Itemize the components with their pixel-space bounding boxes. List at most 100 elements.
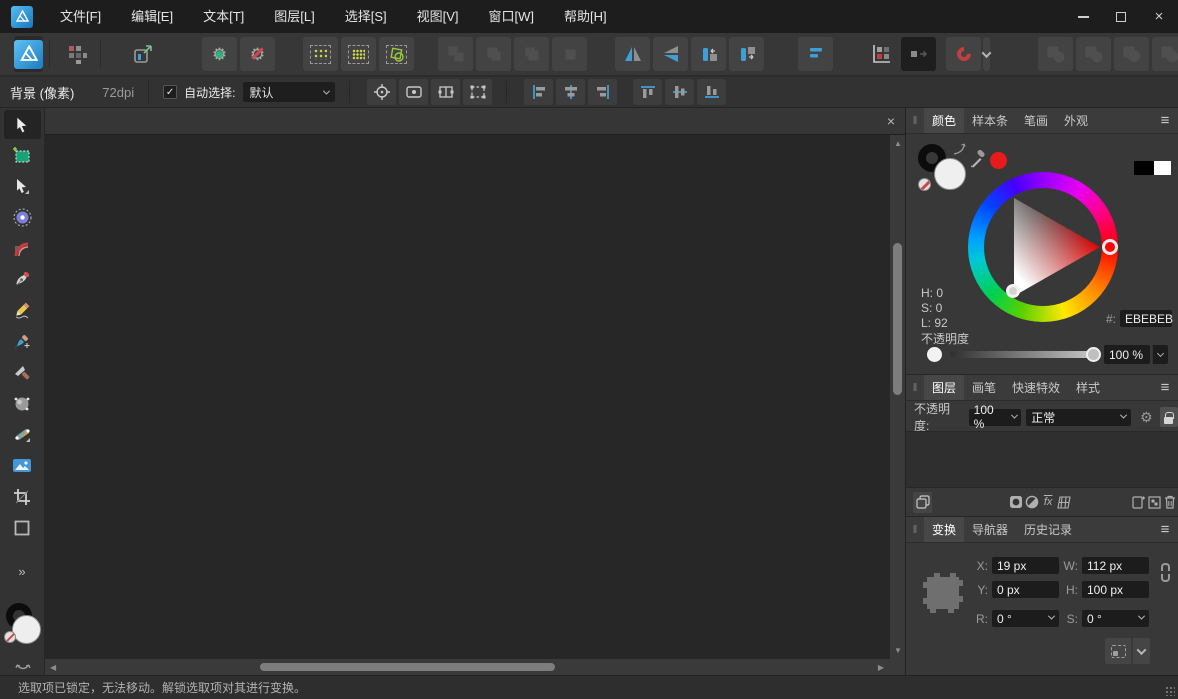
lock-layer-button[interactable] bbox=[1160, 407, 1178, 427]
x-input[interactable]: 19 px bbox=[992, 557, 1059, 574]
eyedropper-color-swatch[interactable] bbox=[990, 152, 1007, 169]
edit-selection-bounds-button[interactable] bbox=[463, 79, 492, 105]
grid-axis-button[interactable] bbox=[863, 37, 898, 71]
align-bottom-button[interactable] bbox=[697, 79, 726, 105]
horizontal-scroll-thumb[interactable] bbox=[260, 663, 555, 671]
tab-quick-fx[interactable]: 快速特效 bbox=[1004, 375, 1068, 400]
menu-view[interactable]: 视图[V] bbox=[402, 0, 474, 33]
layer-opacity-dropdown[interactable]: 100 % bbox=[969, 409, 1022, 426]
fill-tool[interactable] bbox=[4, 389, 41, 418]
no-color-well[interactable] bbox=[4, 631, 16, 643]
menu-select[interactable]: 选择[S] bbox=[330, 0, 402, 33]
tab-color[interactable]: 颜色 bbox=[924, 108, 964, 133]
live-filter-button[interactable] bbox=[1056, 492, 1072, 512]
scroll-down-arrow[interactable]: ▼ bbox=[894, 646, 902, 655]
color-marker[interactable] bbox=[1006, 284, 1020, 298]
panel-menu-button[interactable]: ≡ bbox=[1152, 108, 1178, 133]
transform-mode-button[interactable] bbox=[1105, 638, 1131, 664]
tab-swatches[interactable]: 样本条 bbox=[964, 108, 1016, 133]
opacity-dropdown-button[interactable] bbox=[1152, 345, 1168, 364]
hex-input[interactable]: EBEBEB bbox=[1120, 310, 1172, 327]
rectangle-tool[interactable] bbox=[4, 513, 41, 542]
menu-help[interactable]: 帮助[H] bbox=[549, 0, 622, 33]
swap-colors-icon[interactable] bbox=[952, 142, 968, 156]
eyedropper-icon[interactable] bbox=[968, 150, 988, 170]
rotate-ccw-button[interactable] bbox=[691, 37, 726, 71]
more-tools-button[interactable]: » bbox=[0, 564, 44, 579]
pen-tool[interactable] bbox=[4, 265, 41, 294]
align-right-button[interactable] bbox=[588, 79, 617, 105]
snapping-manager-button[interactable]: ⚙ bbox=[202, 37, 237, 71]
tab-layers[interactable]: 图层 bbox=[924, 375, 964, 400]
anchor-point-selector[interactable] bbox=[922, 572, 964, 614]
scroll-up-arrow[interactable]: ▲ bbox=[894, 139, 902, 148]
panel-menu-button[interactable]: ≡ bbox=[1152, 517, 1178, 542]
scroll-left-arrow[interactable]: ◀ bbox=[50, 663, 56, 672]
minimize-button[interactable] bbox=[1064, 0, 1102, 33]
transform-mode-toggle[interactable] bbox=[901, 37, 936, 71]
snapping-off-button[interactable]: ⚙ bbox=[240, 37, 275, 71]
transparency-tool[interactable] bbox=[4, 420, 41, 449]
tab-appearance[interactable]: 外观 bbox=[1056, 108, 1096, 133]
align-left-button[interactable] bbox=[524, 79, 553, 105]
crop-tool[interactable] bbox=[4, 482, 41, 511]
horizontal-scrollbar[interactable]: ◀ ▶ bbox=[45, 659, 890, 675]
opacity-slider-handle[interactable] bbox=[1086, 347, 1101, 362]
align-middle-button[interactable] bbox=[665, 79, 694, 105]
snapping-magnet-dropdown[interactable] bbox=[983, 37, 990, 71]
menu-file[interactable]: 文件[F] bbox=[45, 0, 116, 33]
swap-colors-icon[interactable] bbox=[14, 663, 32, 673]
alignment-button[interactable] bbox=[798, 37, 833, 71]
tab-navigator[interactable]: 导航器 bbox=[964, 517, 1016, 542]
panel-menu-button[interactable]: ≡ bbox=[1152, 375, 1178, 400]
place-image-tool[interactable] bbox=[4, 451, 41, 480]
snapping-magnet-button[interactable] bbox=[946, 37, 981, 71]
snap-candidates-button[interactable] bbox=[303, 37, 338, 71]
designer-persona-button[interactable] bbox=[14, 36, 43, 72]
auto-select-checkbox[interactable]: ✓ bbox=[163, 85, 177, 99]
preview-mode-button[interactable] bbox=[399, 79, 428, 105]
transform-mode-dropdown[interactable] bbox=[1132, 638, 1150, 664]
scope-bar-button[interactable] bbox=[913, 492, 932, 513]
no-color-well[interactable] bbox=[918, 178, 931, 191]
menu-edit[interactable]: 编辑[E] bbox=[116, 0, 188, 33]
menu-text[interactable]: 文本[T] bbox=[188, 0, 259, 33]
add-layer-button[interactable] bbox=[1130, 492, 1146, 512]
export-persona-button[interactable] bbox=[125, 37, 160, 71]
move-tool[interactable] bbox=[4, 110, 41, 139]
delete-layer-button[interactable] bbox=[1162, 492, 1178, 512]
cycle-selection-box-button[interactable] bbox=[367, 79, 396, 105]
adjustment-layer-button[interactable] bbox=[1024, 492, 1040, 512]
tab-history[interactable]: 历史记录 bbox=[1016, 517, 1080, 542]
fill-color-well[interactable] bbox=[934, 158, 966, 190]
bw-swatch-pair[interactable] bbox=[1134, 161, 1171, 175]
corner-tool[interactable] bbox=[4, 234, 41, 263]
tab-styles[interactable]: 样式 bbox=[1068, 375, 1108, 400]
hue-marker[interactable] bbox=[1102, 239, 1118, 255]
panel-fill-stroke-wells[interactable] bbox=[918, 144, 970, 196]
opacity-knob[interactable] bbox=[927, 347, 942, 362]
artboard-tool[interactable] bbox=[4, 141, 41, 170]
fill-color-well[interactable] bbox=[12, 615, 41, 644]
vertical-scroll-thumb[interactable] bbox=[893, 243, 902, 395]
canvas-area[interactable]: × ▲ ▼ ◀ ▶ bbox=[45, 108, 905, 675]
rotation-dropdown[interactable]: 0 ° bbox=[992, 610, 1059, 627]
auto-select-dropdown[interactable]: 默认 bbox=[243, 82, 335, 102]
panel-grip-icon[interactable]: ‖ bbox=[906, 108, 924, 133]
h-input[interactable]: 100 px bbox=[1082, 581, 1149, 598]
fill-stroke-wells[interactable] bbox=[4, 603, 42, 661]
layer-effects-button[interactable]: fx bbox=[1040, 492, 1056, 512]
pencil-tool[interactable] bbox=[4, 296, 41, 325]
node-tool[interactable] bbox=[4, 172, 41, 201]
point-transform-tool[interactable] bbox=[4, 203, 41, 232]
close-button[interactable]: × bbox=[1140, 0, 1178, 33]
blend-options-gear-icon[interactable]: ⚙ bbox=[1140, 410, 1153, 424]
panel-grip-icon[interactable]: ‖ bbox=[906, 517, 924, 542]
resize-grip[interactable] bbox=[1165, 686, 1175, 696]
flip-horizontal-button[interactable] bbox=[615, 37, 650, 71]
vector-brush-tool[interactable] bbox=[4, 327, 41, 356]
snap-grid-button[interactable] bbox=[341, 37, 376, 71]
w-input[interactable]: 112 px bbox=[1082, 557, 1149, 574]
flip-vertical-button[interactable] bbox=[653, 37, 688, 71]
panel-grip-icon[interactable]: ‖ bbox=[906, 375, 924, 400]
